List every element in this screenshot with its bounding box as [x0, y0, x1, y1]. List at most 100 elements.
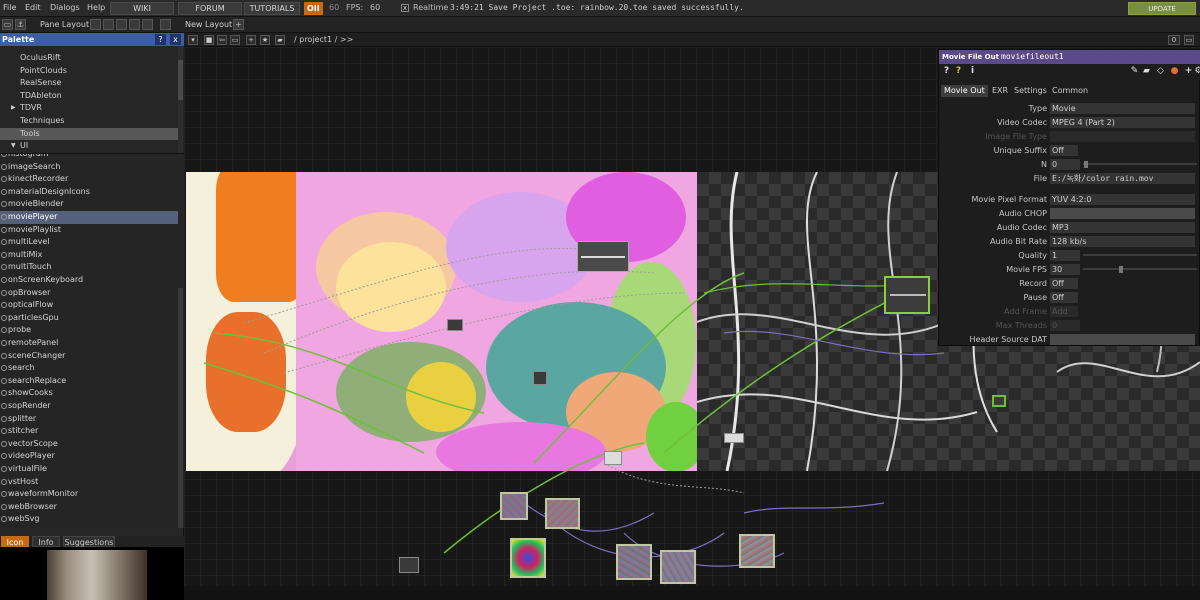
n-slider-knob[interactable] [1084, 161, 1088, 168]
component-search[interactable]: search [0, 362, 178, 375]
component-remotepanel[interactable]: remotePanel [0, 337, 178, 350]
component-videoplayer[interactable]: videoPlayer [0, 450, 178, 463]
category-realsense[interactable]: RealSense [0, 77, 178, 89]
component-opticalflow[interactable]: opticalFlow [0, 299, 178, 312]
tab-settings[interactable]: Settings [1011, 85, 1050, 97]
operator-node[interactable] [399, 557, 419, 573]
layout-extra-icon[interactable] [160, 19, 171, 30]
help-icon[interactable]: ? [941, 66, 952, 77]
pane-link-icon[interactable]: ⚓ [15, 19, 26, 30]
component-showcooks[interactable]: showCooks [0, 387, 178, 400]
layout-split-icon[interactable] [103, 19, 114, 30]
quality-slider[interactable] [1083, 254, 1197, 256]
unique-suffix-toggle[interactable]: Off [1050, 145, 1078, 156]
operator-node[interactable] [724, 433, 744, 443]
movie-fps-slider[interactable] [1083, 268, 1197, 270]
movie-fps-knob[interactable] [1119, 266, 1123, 273]
component-imagesearch[interactable]: imageSearch [0, 161, 178, 174]
component-movieblender[interactable]: movieBlender [0, 198, 178, 211]
pause-toggle[interactable]: Off [1050, 292, 1078, 303]
category-techniques[interactable]: Techniques [0, 115, 178, 127]
category-tools[interactable]: Tools [0, 128, 178, 140]
category-pointclouds[interactable]: PointClouds [0, 65, 178, 77]
component-materialdesignicons[interactable]: materialDesignIcons [0, 186, 178, 199]
component-websvg[interactable]: webSvg [0, 513, 178, 526]
quality-field[interactable]: 1 [1050, 250, 1080, 261]
edit-icon[interactable]: ✎ [1129, 66, 1140, 77]
file-field[interactable]: E:/녹화/color rain.mov [1050, 173, 1195, 184]
category-scroll-thumb[interactable] [178, 60, 183, 100]
ramp-top-node[interactable] [510, 538, 546, 578]
add-layout-icon[interactable]: + [233, 19, 244, 30]
component-kinectrecorder[interactable]: kinectRecorder [0, 173, 178, 186]
component-onscreenkeyboard[interactable]: onScreenKeyboard [0, 274, 178, 287]
operator-node[interactable] [447, 319, 463, 331]
color-icon[interactable]: ● [1169, 66, 1180, 77]
palette-close-button[interactable]: x [170, 34, 181, 45]
component-splitter[interactable]: splitter [0, 413, 178, 426]
info-icon[interactable]: i [967, 66, 978, 77]
noise-top-node[interactable] [660, 550, 696, 584]
component-waveformmonitor[interactable]: waveformMonitor [0, 488, 178, 501]
python-help-icon[interactable]: ? [953, 66, 964, 77]
record-toggle[interactable]: Off [1050, 278, 1078, 289]
collapse-arrow-icon[interactable]: ▼ [11, 140, 16, 152]
movie-fps-field[interactable]: 30 [1050, 264, 1080, 275]
top-operator-node[interactable] [577, 241, 629, 272]
component-vsthost[interactable]: vstHost [0, 476, 178, 489]
tab-info[interactable]: Info [32, 536, 60, 547]
component-searchreplace[interactable]: searchReplace [0, 375, 178, 388]
component-movieplayer[interactable]: moviePlayer [0, 211, 178, 224]
menu-edit[interactable]: Edit [25, 3, 41, 12]
operator-node[interactable] [533, 371, 547, 385]
layout-quad-icon[interactable] [116, 19, 127, 30]
menu-dialogs[interactable]: Dialogs [50, 3, 80, 12]
layout-custom-icon[interactable] [142, 19, 153, 30]
component-virtualfile[interactable]: virtualFile [0, 463, 178, 476]
category-oculusrift[interactable]: OculusRift [0, 52, 178, 64]
menu-help[interactable]: Help [87, 3, 105, 12]
pane-split-icon[interactable]: ▭ [2, 19, 13, 30]
tutorials-button[interactable]: TUTORIALS [244, 2, 300, 15]
noise-top-node[interactable] [545, 498, 580, 529]
component-multimix[interactable]: multiMix [0, 249, 178, 262]
noise-top-node[interactable] [500, 492, 528, 520]
operator-node[interactable] [992, 395, 1006, 407]
update-button[interactable]: UPDATE [1128, 2, 1196, 15]
realtime-checkbox[interactable]: x [401, 4, 409, 12]
layout-triple-icon[interactable] [129, 19, 140, 30]
settings-icon[interactable]: ⚙ [1193, 66, 1200, 77]
oii-badge[interactable]: OII [304, 2, 323, 15]
component-probe[interactable]: probe [0, 324, 178, 337]
forum-button[interactable]: FORUM [178, 2, 242, 15]
expand-arrow-icon[interactable]: ▶ [11, 102, 16, 114]
pixel-format-dropdown[interactable]: YUV 4:2:0 [1050, 194, 1195, 205]
n-slider[interactable] [1083, 163, 1197, 165]
category-tdvr[interactable]: ▶ TDVR [0, 102, 178, 114]
menu-file[interactable]: File [3, 3, 16, 12]
component-scroll-thumb[interactable] [178, 288, 183, 528]
tab-icon[interactable]: Icon [1, 536, 29, 547]
component-opbrowser[interactable]: opBrowser [0, 287, 178, 300]
header-source-dat-field[interactable] [1050, 334, 1195, 345]
n-field[interactable]: 0 [1050, 159, 1080, 170]
component-soprender[interactable]: sopRender [0, 400, 178, 413]
component-multilevel[interactable]: multiLevel [0, 236, 178, 249]
component-scenechanger[interactable]: sceneChanger [0, 350, 178, 363]
tag-icon[interactable]: ◇ [1155, 66, 1166, 77]
type-dropdown[interactable]: Movie [1050, 103, 1195, 114]
component-movieplaylist[interactable]: moviePlaylist [0, 224, 178, 237]
chop-operator-node[interactable] [884, 276, 930, 314]
component-histogram[interactable]: histogram [0, 154, 178, 161]
tab-movie-out[interactable]: Movie Out [941, 85, 988, 97]
component-stitcher[interactable]: stitcher [0, 425, 178, 438]
noise-top-node[interactable] [739, 534, 775, 568]
audio-bit-rate-dropdown[interactable]: 128 kb/s [1050, 236, 1195, 247]
tab-exr[interactable]: EXR [989, 85, 1011, 97]
tab-suggestions[interactable]: Suggestions [63, 536, 115, 547]
audio-chop-field[interactable] [1050, 208, 1195, 219]
component-particlesgpu[interactable]: particlesGpu [0, 312, 178, 325]
category-ui[interactable]: ▼ UI [0, 140, 178, 152]
noise-top-node[interactable] [616, 544, 652, 580]
component-webbrowser[interactable]: webBrowser [0, 501, 178, 514]
